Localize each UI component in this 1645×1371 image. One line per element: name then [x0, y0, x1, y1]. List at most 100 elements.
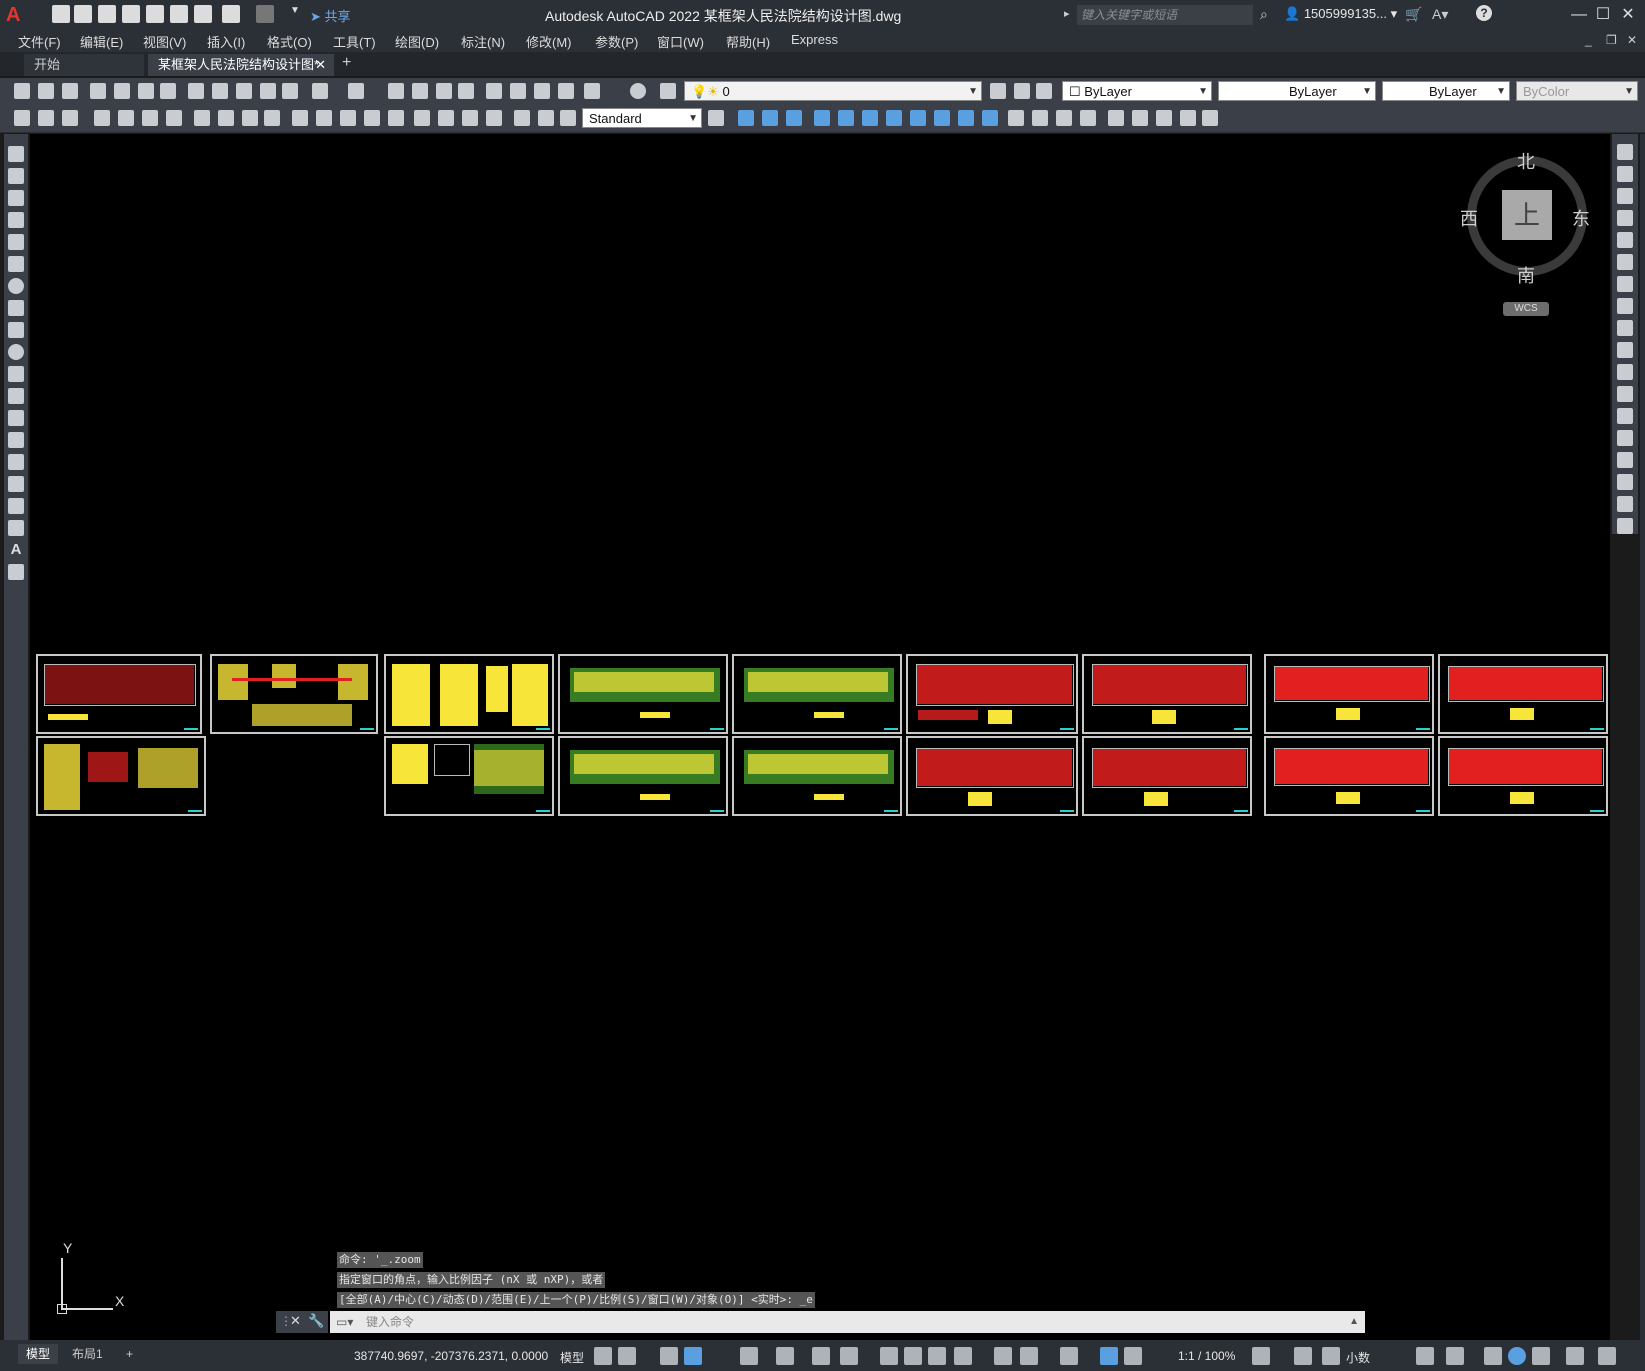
dimstyle-dropdown[interactable]: Standard ▼ [582, 108, 702, 128]
line-icon[interactable] [8, 146, 24, 162]
copy-faces-icon[interactable] [958, 110, 974, 126]
drawing-sheet[interactable] [384, 736, 554, 816]
maximize-button[interactable]: ☐ [1591, 4, 1615, 26]
plot-icon[interactable] [194, 5, 212, 23]
matchprop-icon[interactable] [260, 83, 276, 99]
customization-menu-icon[interactable] [1598, 1347, 1616, 1365]
coordinates-readout[interactable]: 387740.9697, -207376.2371, 0.0000 [354, 1349, 548, 1363]
arc-length-icon[interactable] [142, 110, 158, 126]
zoom-previous-icon[interactable] [458, 83, 474, 99]
lineweight-icon[interactable] [880, 1347, 898, 1365]
construction-line-icon[interactable] [8, 168, 24, 184]
snap-icon[interactable] [618, 1347, 636, 1365]
customize-wrench-icon[interactable]: 🔧 [308, 1313, 324, 1329]
hatch-icon[interactable] [8, 454, 24, 470]
isolate-objects-icon[interactable] [1484, 1347, 1502, 1365]
quick-dimension-icon[interactable] [292, 110, 308, 126]
annotation-scale[interactable]: 1:1 / 100% [1178, 1349, 1235, 1363]
linetype-dropdown[interactable]: ByLayer ▼ [1218, 81, 1376, 101]
save-as-icon[interactable] [122, 5, 140, 23]
slice-icon[interactable] [1180, 110, 1196, 126]
new-icon[interactable] [52, 5, 70, 23]
section-icon[interactable] [1202, 110, 1218, 126]
zoom-realtime-icon[interactable] [412, 83, 428, 99]
paste-icon[interactable] [236, 83, 252, 99]
offset-faces-icon[interactable] [862, 110, 878, 126]
menu-modify[interactable]: 修改(M) [526, 32, 572, 51]
undo-icon[interactable] [312, 83, 328, 99]
separate-icon[interactable] [1108, 110, 1124, 126]
spline-icon[interactable] [8, 322, 24, 338]
gradient-icon[interactable] [8, 476, 24, 492]
chevron-right-icon[interactable]: ▸ [1064, 7, 1070, 20]
tolerance-icon[interactable] [414, 110, 430, 126]
stretch-icon[interactable] [1617, 320, 1633, 336]
vertical-scrollbar[interactable] [1640, 134, 1645, 1340]
drawing-sheet[interactable] [1264, 654, 1434, 734]
polar-tracking-icon[interactable] [740, 1347, 758, 1365]
drawing-canvas[interactable] [30, 134, 1610, 1340]
join-icon[interactable] [1617, 430, 1633, 446]
redo-icon[interactable] [348, 83, 364, 99]
web-icon[interactable] [160, 83, 176, 99]
workspace-icon[interactable] [14, 110, 30, 126]
compass-north[interactable]: 北 [1517, 148, 1535, 174]
move-icon[interactable] [1617, 254, 1633, 270]
drawing-sheet[interactable] [732, 736, 902, 816]
help-icon[interactable]: ? [1476, 5, 1492, 21]
properties-icon[interactable] [486, 83, 502, 99]
diameter-dimension-icon[interactable] [242, 110, 258, 126]
dimension-update-icon[interactable] [560, 110, 576, 126]
aligned-dimension-icon[interactable] [118, 110, 134, 126]
lock-ui-icon[interactable] [1446, 1347, 1464, 1365]
drawing-sheet[interactable] [1264, 736, 1434, 816]
multiline-text-icon[interactable]: A [8, 542, 24, 558]
make-block-icon[interactable] [8, 410, 24, 426]
add-layout-button[interactable]: + [118, 1344, 141, 1364]
chevron-up-icon[interactable]: ▲ [1349, 1311, 1359, 1333]
polyline-icon[interactable] [8, 190, 24, 206]
jogged-linear-icon[interactable] [486, 110, 502, 126]
make-current-icon[interactable] [990, 83, 1006, 99]
rotate-icon[interactable] [1617, 276, 1633, 292]
gizmo-icon[interactable] [1060, 1347, 1078, 1365]
baseline-dimension-icon[interactable] [316, 110, 332, 126]
revision-cloud-icon[interactable] [8, 300, 24, 316]
layer-properties-icon[interactable] [660, 83, 676, 99]
annotation-monitor-plus-icon[interactable] [1294, 1347, 1312, 1365]
cut-icon[interactable] [188, 83, 204, 99]
array-icon[interactable] [1617, 232, 1633, 248]
autocad-logo-icon[interactable]: A [6, 3, 28, 27]
extend-icon[interactable] [1617, 364, 1633, 380]
designcenter-icon[interactable] [510, 83, 526, 99]
tab-model[interactable]: 模型 [18, 1344, 59, 1364]
tab-start[interactable]: 开始 [24, 54, 144, 76]
preview-icon[interactable] [114, 83, 130, 99]
doc-restore-icon[interactable]: ❐ [1606, 33, 1617, 47]
help-icon[interactable] [630, 83, 646, 99]
graphics-performance-icon[interactable] [1508, 1347, 1526, 1365]
share-button[interactable]: ➤ 共享 [310, 6, 351, 25]
units-icon[interactable] [1322, 1347, 1340, 1365]
drawing-sheet[interactable] [36, 736, 206, 816]
isodraft-icon[interactable] [776, 1347, 794, 1365]
continue-dimension-icon[interactable] [340, 110, 356, 126]
region-icon[interactable] [8, 498, 24, 514]
units-dropdown[interactable]: 小数 [1346, 1349, 1370, 1366]
annotation-visibility-icon[interactable] [1100, 1347, 1118, 1365]
trim-icon[interactable] [1617, 342, 1633, 358]
save-icon[interactable] [98, 5, 116, 23]
drawing-sheet[interactable] [732, 654, 902, 734]
doc-minimize-icon[interactable]: _ [1585, 33, 1592, 47]
minimize-button[interactable]: — [1567, 4, 1591, 26]
break-icon[interactable] [1617, 408, 1633, 424]
search-icon[interactable]: ⌕ [1260, 6, 1268, 23]
radius-dimension-icon[interactable] [194, 110, 210, 126]
menu-draw[interactable]: 绘图(D) [395, 32, 439, 51]
rectangle-icon[interactable] [8, 234, 24, 250]
clean-icon[interactable] [1080, 110, 1096, 126]
erase-icon[interactable] [1617, 144, 1633, 160]
new-tab-button[interactable]: + [342, 54, 351, 72]
command-prompt-icon[interactable]: ▭▾ [336, 1311, 353, 1333]
insert-block-icon[interactable] [8, 388, 24, 404]
